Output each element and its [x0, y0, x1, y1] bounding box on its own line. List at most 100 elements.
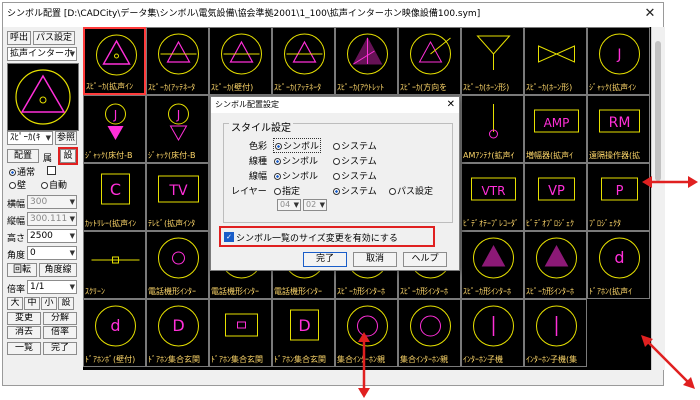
radio-off-icon: [9, 182, 16, 189]
symbol-cell[interactable]: VTR ﾋﾞﾃﾞｵﾃｰﾌﾟﾚｺｰﾀﾞ: [461, 163, 524, 231]
symbol-caption: AMｱﾝﾃﾅ(拡声ｲ: [463, 151, 515, 160]
layer-path-radio[interactable]: パス設定: [389, 184, 433, 197]
symbol-cell[interactable]: ｽﾋﾟｰｶ形ｲﾝﾀｰﾎ: [461, 231, 524, 299]
layer-select-1[interactable]: 04 ▼: [277, 199, 301, 211]
linewidth-symbol-radio[interactable]: シンボル: [274, 169, 318, 182]
vp-icon: VP: [538, 177, 575, 201]
attribute-label[interactable]: 属: [43, 151, 52, 164]
symbol-cell[interactable]: ｲﾝﾀｰﾎﾝ子機: [461, 299, 524, 367]
angle-line-button[interactable]: 角度線: [39, 263, 77, 277]
place-button[interactable]: 配置: [7, 149, 39, 163]
symbol-caption: 電話機形ｲﾝﾀｰ: [211, 287, 259, 296]
speaker-inter3-icon: [473, 237, 514, 279]
ratio-button[interactable]: 倍率: [43, 326, 77, 339]
symbol-cell[interactable]: ｽﾋﾟｰｶ形ｲﾝﾀｰﾎ: [524, 231, 587, 299]
symbol-cell[interactable]: TV ﾃﾚﾋﾞ(拡声ｲﾝﾀ: [146, 163, 209, 231]
mode-wall-radio[interactable]: 壁: [9, 178, 26, 191]
symbol-cell[interactable]: ｽﾋﾟｰｶ(ｱｳﾄﾚｯﾄ: [335, 27, 398, 95]
symbol-cell[interactable]: d ﾄﾞｱﾎﾝﾎﾞ(壁付): [83, 299, 146, 367]
symbol-cell[interactable]: ｽﾋﾟｰｶ(壁付): [209, 27, 272, 95]
symbol-cell[interactable]: J ｼﾞｬｯｸ(床付-B: [146, 95, 209, 163]
symbol-cell[interactable]: C ｶｯﾄﾘﾚｰ(拡声ｲﾝ: [83, 163, 146, 231]
dialog-close-button[interactable]: ✕: [447, 97, 455, 113]
layer-select-2[interactable]: 02 ▼: [303, 199, 327, 211]
reference-button[interactable]: 参照: [55, 131, 77, 145]
chevron-down-icon: ▼: [69, 249, 75, 257]
rotate-button[interactable]: 回転: [7, 263, 37, 277]
symbol-cell[interactable]: D ﾄﾞｱﾎﾝ集合玄関: [272, 299, 335, 367]
height-scale-field[interactable]: 300.111 ▼: [27, 212, 77, 226]
speaker-att2-icon: [284, 33, 325, 75]
window-close-button[interactable]: ✕: [641, 3, 659, 25]
symbol-cell[interactable]: ｽｸﾘｰﾝ: [83, 231, 146, 299]
symbol-caption: ｽﾋﾟｰｶ形ｲﾝﾀｰﾎ: [337, 287, 385, 296]
symbol-name-dropdown[interactable]: ｽﾋﾟｰｶ(ｷ ▼: [7, 131, 53, 145]
symbol-cell[interactable]: ｽﾋﾟｰｶ(ｱｯﾃﾈｰﾀ: [272, 27, 335, 95]
symbol-cell[interactable]: d ﾄﾞｱﾎﾝ(拡声ｲ: [587, 231, 650, 299]
jack-icon: J: [599, 33, 640, 75]
symbol-cell[interactable]: ｽﾋﾟｰｶ(ｱｯﾃﾈｰﾀ: [146, 27, 209, 95]
call-button[interactable]: 呼出: [7, 31, 31, 45]
symbol-cell[interactable]: 電話機形ｲﾝﾀｰ: [146, 231, 209, 299]
mode-checkbox[interactable]: [47, 166, 56, 175]
dialog-ok-button[interactable]: 完了: [303, 252, 347, 267]
symbol-cell[interactable]: D ﾄﾞｱﾎﾝ集合玄関: [146, 299, 209, 367]
doorphone-set-icon: D: [158, 305, 199, 347]
symbol-caption: ｽﾋﾟｰｶ(方向を: [400, 83, 448, 92]
width-field[interactable]: 300 ▼: [27, 195, 77, 209]
symbol-cell[interactable]: AMｱﾝﾃﾅ(拡声ｲ: [461, 95, 524, 163]
angle-field[interactable]: 0 ▼: [27, 246, 77, 260]
checkmark-icon: ✓: [226, 233, 232, 241]
symbol-cell[interactable]: 集合ｲﾝﾀｰﾎﾝ親: [398, 299, 461, 367]
symbol-cell[interactable]: ｽﾋﾟｰｶ(拡声ｲﾝ: [83, 27, 146, 95]
resize-list-checkbox-label[interactable]: シンボル一覧のサイズ変更を有効にする: [236, 231, 398, 244]
symbol-cell[interactable]: J ｼﾞｬｯｸ(床付-B: [83, 95, 146, 163]
symbol-cell[interactable]: AMP 増幅器(拡声ｲ: [524, 95, 587, 163]
antenna-icon: [489, 104, 498, 139]
linetype-symbol-radio[interactable]: シンボル: [274, 154, 318, 167]
linetype-system-radio[interactable]: システム: [333, 154, 377, 167]
color-system-radio[interactable]: システム: [333, 139, 377, 152]
symbol-cell[interactable]: ｽﾋﾟｰｶ(ﾎｰﾝ形): [524, 27, 587, 95]
path-setting-button[interactable]: パス設定: [33, 31, 75, 45]
linetype-symbol-label: シンボル: [282, 157, 319, 167]
svg-text:P: P: [616, 184, 624, 199]
symbol-cell[interactable]: ﾄﾞｱﾎﾝ集合玄関: [209, 299, 272, 367]
speaker-outlet-icon: [347, 33, 388, 75]
layer-path-label: パス設定: [397, 187, 434, 197]
color-symbol-radio[interactable]: シンボル: [273, 138, 322, 153]
scrollbar-thumb[interactable]: [655, 41, 661, 181]
resize-list-checkbox[interactable]: ✓: [224, 232, 234, 242]
mode-normal-radio[interactable]: 通常: [9, 165, 35, 178]
symbol-grid-scrollbar[interactable]: [651, 27, 665, 370]
symbol-cell[interactable]: RM 遠隔操作器(拡: [587, 95, 650, 163]
size-medium-button[interactable]: 中: [24, 297, 40, 310]
mode-auto-radio[interactable]: 自動: [41, 178, 67, 191]
chevron-down-icon: ▼: [45, 134, 51, 142]
symbol-cell[interactable]: ｽﾋﾟｰｶ(方向を: [398, 27, 461, 95]
ratio-field[interactable]: 1/1 ▼: [27, 280, 77, 294]
change-button[interactable]: 変更: [7, 312, 41, 325]
elevation-field[interactable]: 2500 ▼: [27, 229, 77, 243]
symbol-cell[interactable]: VP ﾋﾞﾃﾞｵﾌﾟﾛｼﾞｪｸ: [524, 163, 587, 231]
dialog-help-button[interactable]: ヘルプ: [403, 252, 447, 267]
linewidth-system-radio[interactable]: システム: [333, 169, 377, 182]
symbol-cell[interactable]: ｲﾝﾀｰﾎﾝ子機(集: [524, 299, 587, 367]
dialog-cancel-button[interactable]: 取消: [353, 252, 397, 267]
erase-button[interactable]: 消去: [7, 326, 41, 339]
preview-speaker-icon: [15, 69, 71, 125]
symbol-cell[interactable]: ｽﾋﾟｰｶ(ﾎｰﾝ形): [461, 27, 524, 95]
layer-system-radio[interactable]: システム: [333, 184, 377, 197]
size-setting-button[interactable]: 設: [58, 297, 74, 310]
symbol-file-dropdown[interactable]: 拡声インターホ ▼: [7, 47, 77, 61]
layer-specify-radio[interactable]: 指定: [274, 184, 300, 197]
symbol-cell[interactable]: J ｼﾞｬｯｸ(拡声ｲﾝ: [587, 27, 650, 95]
size-small-button[interactable]: 小: [41, 297, 57, 310]
symbol-caption: ｲﾝﾀｰﾎﾝ子機: [463, 355, 503, 364]
color-system-label: システム: [341, 142, 377, 152]
explode-button[interactable]: 分解: [43, 312, 77, 325]
angle-value: 0: [30, 248, 36, 258]
list-button[interactable]: 一覧: [7, 342, 41, 355]
size-large-button[interactable]: 大: [7, 297, 23, 310]
done-button[interactable]: 完了: [43, 342, 77, 355]
